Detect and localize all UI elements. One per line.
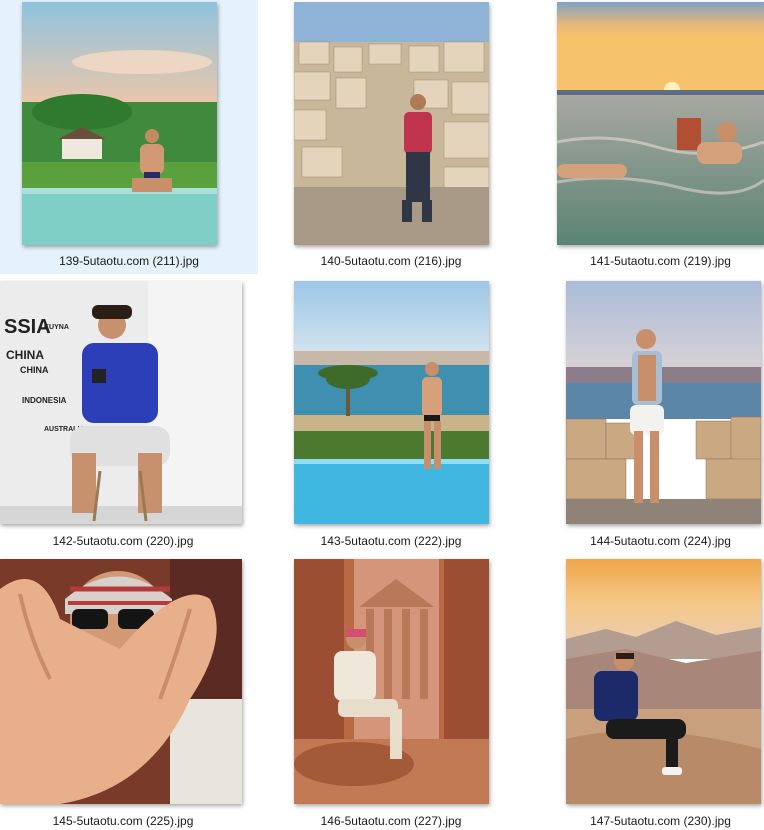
file-name: 144-5utaotu.com (224).jpg: [590, 534, 731, 548]
file-item[interactable]: 139-5utaotu.com (211).jpg: [0, 0, 258, 274]
file-item[interactable]: 146-5utaotu.com (227).jpg: [262, 556, 520, 830]
image-thumbnail[interactable]: [22, 2, 217, 245]
file-name: 145-5utaotu.com (225).jpg: [52, 814, 194, 828]
file-item[interactable]: 145-5utaotu.com (225).jpg: [0, 556, 258, 830]
file-item[interactable]: SSIA CHINA CHINA INDONESIA AUSTRALIA KUY…: [0, 278, 258, 552]
file-name: 140-5utaotu.com (216).jpg: [320, 254, 462, 268]
file-name: 143-5utaotu.com (222).jpg: [320, 534, 462, 548]
image-thumbnail[interactable]: [294, 2, 489, 245]
file-name: 147-5utaotu.com (230).jpg: [590, 814, 731, 828]
svg-text:CHINA: CHINA: [20, 365, 49, 375]
image-thumbnail[interactable]: [294, 281, 489, 524]
file-item[interactable]: 147-5utaotu.com (230).jpg: [506, 556, 764, 830]
file-name: 146-5utaotu.com (227).jpg: [320, 814, 462, 828]
image-thumbnail[interactable]: [0, 559, 242, 804]
file-name: 139-5utaotu.com (211).jpg: [59, 254, 199, 268]
image-thumbnail[interactable]: [566, 559, 761, 804]
file-name: 141-5utaotu.com (219).jpg: [590, 254, 731, 268]
svg-text:KUYNA: KUYNA: [44, 324, 69, 331]
image-thumbnail[interactable]: [566, 281, 761, 524]
svg-text:INDONESIA: INDONESIA: [22, 396, 67, 405]
image-thumbnail[interactable]: SSIA CHINA CHINA INDONESIA AUSTRALIA KUY…: [0, 281, 242, 524]
file-item[interactable]: 140-5utaotu.com (216).jpg: [262, 0, 520, 274]
image-thumbnail[interactable]: [557, 2, 764, 245]
file-name: 142-5utaotu.com (220).jpg: [52, 534, 194, 548]
file-item[interactable]: 143-5utaotu.com (222).jpg: [262, 278, 520, 552]
file-thumbnail-grid: 139-5utaotu.com (211).jpg 140-5utaotu.co…: [0, 0, 764, 830]
file-item[interactable]: 144-5utaotu.com (224).jpg: [506, 278, 764, 552]
svg-text:CHINA: CHINA: [6, 348, 44, 362]
file-item[interactable]: 141-5utaotu.com (219).jpg: [506, 0, 764, 274]
image-thumbnail[interactable]: [294, 559, 489, 804]
